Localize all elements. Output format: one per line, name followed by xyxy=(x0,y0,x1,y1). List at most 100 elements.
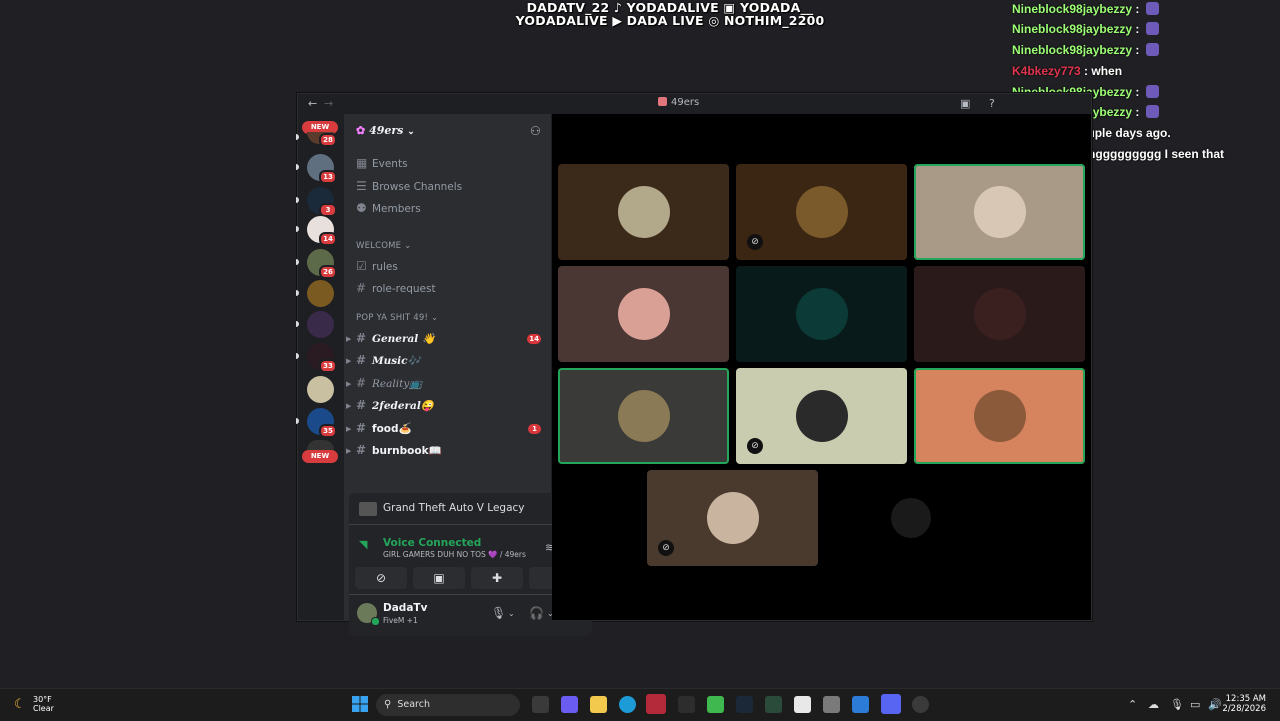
participant-tile[interactable]: ⊘ xyxy=(736,368,907,464)
server-icon-6[interactable] xyxy=(307,280,334,307)
thread-expand-icon[interactable]: ▶ xyxy=(346,380,351,388)
thread-expand-icon[interactable]: ▶ xyxy=(346,335,351,343)
photos-icon[interactable] xyxy=(852,696,869,713)
clock-date: 2/28/2026 xyxy=(1222,704,1266,714)
server-icon-7[interactable] xyxy=(307,311,334,338)
channel-music[interactable]: # Music🎶 xyxy=(356,353,421,367)
voice-channel-name[interactable]: GIRL GAMERS DUH NO TOS 💜 / 49ers xyxy=(383,550,526,559)
server-icon-9[interactable] xyxy=(307,376,334,403)
channel-food[interactable]: # food🍝 xyxy=(356,421,412,435)
unread-indicator xyxy=(296,259,299,265)
voice-connected-status[interactable]: Voice Connected xyxy=(383,537,481,549)
file-explorer-icon[interactable] xyxy=(590,696,607,713)
discord-icon[interactable] xyxy=(881,694,901,714)
channel-burnbook[interactable]: # burnbook📖 xyxy=(356,443,442,457)
headphones-icon[interactable]: 🎧 xyxy=(529,606,544,620)
channel-2federal[interactable]: #2federal😜 xyxy=(356,398,434,412)
server-icon-8[interactable]: 33 xyxy=(307,343,337,373)
server-icon-11[interactable] xyxy=(307,440,334,450)
channel-role-request[interactable]: # role-request xyxy=(356,281,436,295)
channel-general[interactable]: # General 👋 xyxy=(356,331,435,345)
chat-username: K4bkezy773 xyxy=(1012,64,1081,78)
volume-icon[interactable]: 🔊 xyxy=(1208,698,1222,711)
channel-reality-label: Reality📺 xyxy=(372,378,423,390)
unread-indicator xyxy=(296,197,299,203)
taskbar-search[interactable]: ⚲ Search xyxy=(376,694,520,716)
hidden-icons-chevron-icon[interactable]: ⌃ xyxy=(1128,698,1137,711)
mention-badge: 3 xyxy=(319,203,337,217)
clock-time: 12:35 AM xyxy=(1225,694,1266,704)
participant-tile[interactable] xyxy=(914,368,1085,464)
mic-options-chevron-icon[interactable]: ⌄ xyxy=(508,609,515,618)
participant-tile[interactable] xyxy=(825,470,996,566)
settings-icon[interactable] xyxy=(823,696,840,713)
media-player-icon[interactable] xyxy=(707,696,724,713)
app-icon[interactable] xyxy=(678,696,695,713)
windows-start-icon[interactable] xyxy=(352,696,368,712)
thread-expand-icon[interactable]: ▶ xyxy=(346,425,351,433)
chat-message: Nineblock98jaybezzy : xyxy=(1012,2,1277,16)
participant-avatar xyxy=(618,390,670,442)
user-status: FiveM +1 xyxy=(383,616,418,625)
activities-icon[interactable]: ✚ xyxy=(471,567,523,589)
window-title: 49ers xyxy=(658,97,699,108)
chat-emote-icon xyxy=(1145,2,1159,15)
task-view-icon[interactable] xyxy=(532,696,549,713)
server-icon-5[interactable]: 26 xyxy=(307,249,337,279)
screen-share-icon[interactable]: ▣ xyxy=(413,567,465,589)
channel-reality[interactable]: # Reality📺 xyxy=(356,376,422,390)
nav-members[interactable]: ⚉ Members xyxy=(356,201,421,215)
channel-rules-label: rules xyxy=(372,261,398,273)
cloud-icon[interactable]: ☁ xyxy=(1148,698,1159,711)
inbox-icon[interactable]: ▣ xyxy=(960,97,970,110)
help-icon[interactable]: ? xyxy=(989,97,995,110)
edge-browser-icon[interactable] xyxy=(619,696,636,713)
weather-condition: Clear xyxy=(33,704,54,713)
server-icon-3[interactable]: 3 xyxy=(307,187,337,217)
participant-tile[interactable] xyxy=(558,368,729,464)
network-icon[interactable]: ▭ xyxy=(1190,698,1200,711)
new-pill-bottom[interactable]: NEW xyxy=(302,450,338,463)
thread-expand-icon[interactable]: ▶ xyxy=(346,402,351,410)
nav-events[interactable]: ▦ Events xyxy=(356,156,408,170)
category-welcome[interactable]: WELCOME ⌄ xyxy=(356,241,411,251)
nav-members-label: Members xyxy=(372,203,421,215)
participant-tile[interactable]: ⊘ xyxy=(647,470,818,566)
microphone-tray-icon[interactable]: 🎙 xyxy=(1170,698,1184,711)
channel-rules[interactable]: ☑ rules xyxy=(356,259,398,273)
obs-icon[interactable] xyxy=(912,696,929,713)
participant-avatar xyxy=(707,492,759,544)
server-icon-10[interactable]: 35 xyxy=(307,408,337,438)
participant-tile[interactable] xyxy=(558,266,729,362)
channel-burnbook-label: burnbook📖 xyxy=(372,445,442,457)
camera-off-icon[interactable]: ⊘ xyxy=(355,567,407,589)
chevron-down-icon: ⌄ xyxy=(431,313,439,323)
participant-tile[interactable] xyxy=(736,266,907,362)
microphone-icon[interactable]: 🎙 xyxy=(491,606,506,620)
xbox-icon[interactable] xyxy=(765,696,782,713)
thread-expand-icon[interactable]: ▶ xyxy=(346,447,351,455)
system-clock[interactable]: 12:35 AM 2/28/2026 xyxy=(1222,694,1266,714)
forward-arrow-icon[interactable]: → xyxy=(324,97,333,110)
back-arrow-icon[interactable]: ← xyxy=(308,97,317,110)
active-app-icon[interactable] xyxy=(646,694,666,714)
channel-general-label: General 👋 xyxy=(372,333,436,345)
copilot-icon[interactable] xyxy=(561,696,578,713)
participant-tile[interactable]: ⊘ xyxy=(736,164,907,260)
participant-tile[interactable] xyxy=(914,164,1085,260)
muted-icon: ⊘ xyxy=(658,540,674,556)
nav-browse-channels[interactable]: ☰ Browse Channels xyxy=(356,179,462,193)
thread-expand-icon[interactable]: ▶ xyxy=(346,357,351,365)
participant-tile[interactable] xyxy=(914,266,1085,362)
server-header[interactable]: ✿ 49ers ⌄ xyxy=(356,124,415,137)
server-icon-2[interactable]: 13 xyxy=(307,154,337,184)
category-pop[interactable]: POP YA SHIT 49! ⌄ xyxy=(356,313,438,323)
steam-icon[interactable] xyxy=(736,696,753,713)
weather-widget[interactable]: 30°F Clear xyxy=(33,695,54,713)
notepad-icon[interactable] xyxy=(794,696,811,713)
participant-tile[interactable] xyxy=(558,164,729,260)
server-icon-1[interactable]: 28 xyxy=(307,132,337,147)
invite-people-icon[interactable]: ⚇ xyxy=(530,124,541,138)
server-icon-4[interactable]: 14 xyxy=(307,216,337,246)
user-name[interactable]: DadaTv xyxy=(383,602,427,614)
